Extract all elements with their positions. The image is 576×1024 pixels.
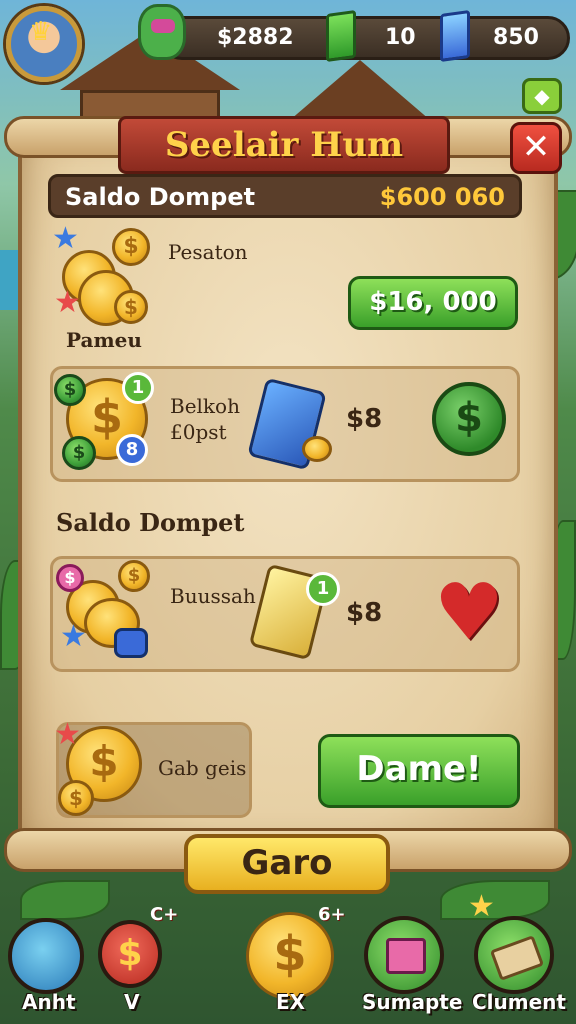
bottom-offer-title: Gab geis xyxy=(158,756,247,780)
diamond-icon[interactable]: ◆ xyxy=(522,78,562,114)
gold-coin-icon[interactable]: $ xyxy=(246,912,334,1000)
blue-gem-icon xyxy=(440,9,470,63)
panel-title: Seelair Hum xyxy=(164,125,404,165)
blue-gem-amount: 850 xyxy=(493,25,539,50)
green-coin-icon: $ xyxy=(54,374,86,406)
offer-price: $8 xyxy=(346,404,383,434)
section-label: Saldo Dompet xyxy=(56,508,245,537)
offer-icon-label: Pameu xyxy=(66,328,142,352)
narwhal-icon[interactable] xyxy=(8,918,84,994)
buy-button[interactable]: $16, 000 xyxy=(348,276,518,330)
count-badge: 8 xyxy=(116,434,148,466)
dollar-coin-icon: $ xyxy=(118,560,150,592)
offer-title: Belkoh xyxy=(170,394,240,418)
wallet-label: Saldo Dompet xyxy=(65,183,256,211)
dollar-coin-icon: $ xyxy=(58,780,94,816)
mascot-icon xyxy=(138,4,186,60)
nav-label: Anht xyxy=(22,990,76,1014)
ticket-icon[interactable] xyxy=(474,916,554,994)
dame-button[interactable]: Dame! xyxy=(318,734,520,808)
star-icon: ★ xyxy=(468,889,495,924)
coin-stack-icon xyxy=(302,436,332,462)
wallet-value: $600 060 xyxy=(379,183,505,211)
nav-extra: 6+ xyxy=(318,904,346,925)
count-badge: 1 xyxy=(306,572,340,606)
currency-bar: $2882 10 850 xyxy=(160,16,570,60)
nav-label: Sumapte xyxy=(362,990,463,1014)
nav-label: V xyxy=(124,990,140,1014)
dollar-coin-icon: $ xyxy=(112,228,150,266)
offer-title: Buussah xyxy=(170,584,256,608)
offer-price: $8 xyxy=(346,598,383,628)
pink-coin-icon: $ xyxy=(56,564,84,592)
chip-stack-icon xyxy=(114,628,148,658)
nav-extra: C+ xyxy=(150,904,179,925)
panel-title-banner: Seelair Hum xyxy=(118,116,450,174)
garo-button[interactable]: Garo xyxy=(184,834,390,894)
dollar-coin-icon[interactable]: $ xyxy=(98,920,162,988)
offer-title: Pesaton xyxy=(168,240,248,264)
wallet-bar: Saldo Dompet $600 060 xyxy=(48,174,522,218)
nav-label: EX xyxy=(276,990,306,1014)
gift-box-icon[interactable] xyxy=(364,916,444,994)
green-coin-icon: $ xyxy=(62,436,96,470)
star-icon: ★ xyxy=(54,717,81,752)
heart-icon[interactable]: ♥ xyxy=(434,574,504,652)
offer-subtitle: £0pst xyxy=(170,420,227,444)
hut-roof xyxy=(290,60,430,120)
green-gem-amount: 10 xyxy=(385,25,416,50)
green-gem-icon xyxy=(326,9,356,63)
nav-label: Clument xyxy=(472,990,566,1014)
close-icon: ✕ xyxy=(521,127,551,167)
dollar-buy-button[interactable]: $ xyxy=(432,382,506,456)
money-amount: $2882 xyxy=(217,25,294,50)
close-button[interactable]: ✕ xyxy=(510,122,562,174)
dollar-coin-icon: $ xyxy=(114,290,148,324)
bush xyxy=(20,880,110,920)
count-badge: 1 xyxy=(122,372,154,404)
crown-icon: ♛ xyxy=(29,17,53,47)
bush xyxy=(440,880,550,920)
player-avatar[interactable]: ♛ xyxy=(6,6,82,82)
star-icon: ★ xyxy=(52,221,79,256)
star-icon: ★ xyxy=(60,619,87,654)
star-icon: ★ xyxy=(54,285,81,320)
